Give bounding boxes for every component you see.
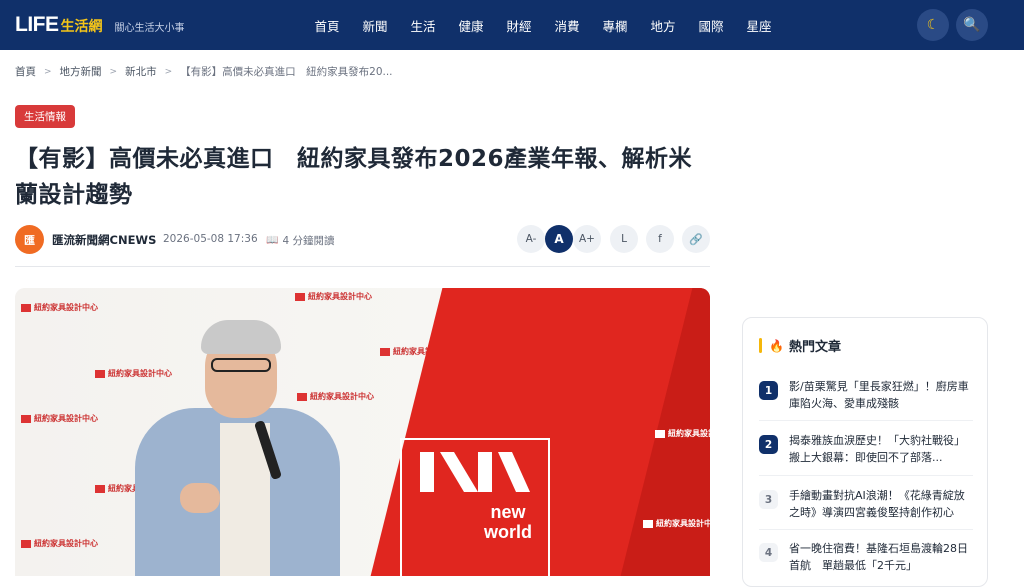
- moon-icon: ☾: [926, 17, 940, 33]
- top-navbar: LIFE 生活網 關心生活大小事 首頁 新聞 生活 健康 財經 消費 專欄 地方…: [0, 0, 1024, 50]
- wall-logo: 紐約家具設計中心: [295, 291, 372, 302]
- copy-link-button[interactable]: 🔗: [682, 225, 710, 253]
- popular-article-title[interactable]: 省一晚住宿費！基隆石垣島渡輪28日首航 單趟最低「2千元」: [789, 540, 975, 574]
- rank-number: 3: [759, 490, 778, 509]
- wall-logo: 紐約家具設計中心: [21, 413, 98, 424]
- book-icon: 📖: [266, 235, 279, 246]
- main-nav: 首頁 新聞 生活 健康 財經 消費 專欄 地方 國際 星座: [303, 0, 783, 50]
- link-icon: 🔗: [689, 232, 703, 246]
- nav-item-news[interactable]: 新聞: [351, 16, 399, 35]
- popular-articles-panel: 🔥 熱門文章 1 影/苗栗驚見「里長家狂燃」！廚房車庫陷火海、愛車成殘骸 2 揭…: [742, 317, 988, 587]
- wall-logo: 紐約家具設計中心: [655, 428, 710, 439]
- search-button[interactable]: 🔍: [956, 9, 988, 41]
- new-world-sign: new world: [400, 438, 550, 576]
- item-divider: [759, 420, 973, 421]
- nav-item-home[interactable]: 首頁: [303, 16, 351, 35]
- popular-articles-title: 熱門文章: [788, 340, 841, 355]
- sign-text: new world: [484, 502, 532, 542]
- breadcrumb-new-taipei[interactable]: 新北市: [125, 64, 157, 79]
- speaker-glasses: [211, 358, 271, 372]
- share-facebook-button[interactable]: f: [646, 225, 674, 253]
- speaker-hair: [201, 320, 281, 354]
- nav-item-international[interactable]: 國際: [687, 16, 735, 35]
- site-logo[interactable]: LIFE 生活網 關心生活大小事: [15, 13, 185, 37]
- search-icon: 🔍: [963, 17, 981, 33]
- author-name[interactable]: 匯流新聞網CNEWS: [52, 232, 156, 248]
- chevron-right-icon: >: [44, 66, 52, 77]
- wall-logo: 紐約家具設計中心: [643, 518, 710, 529]
- wall-logo: 紐約家具設計中心: [297, 391, 374, 402]
- sign-mark-icon: [420, 452, 530, 492]
- font-size-medium-button[interactable]: A: [545, 225, 573, 253]
- nav-item-consumer[interactable]: 消費: [543, 16, 591, 35]
- share-line-button[interactable]: L: [610, 225, 638, 253]
- popular-articles-header: 🔥 熱門文章: [759, 336, 841, 355]
- chevron-right-icon: >: [109, 66, 118, 77]
- chevron-right-icon: >: [164, 66, 173, 77]
- logo-life-text: LIFE: [15, 13, 59, 36]
- category-badge[interactable]: 生活情報: [15, 105, 75, 128]
- dark-mode-toggle[interactable]: ☾: [917, 9, 949, 41]
- wall-logo: 紐約家具設計中心: [21, 302, 98, 313]
- accent-bar: [759, 338, 762, 353]
- rank-number: 1: [759, 381, 778, 400]
- rank-number: 4: [759, 543, 778, 562]
- breadcrumb: 首頁 > 地方新聞 > 新北市 > 【有影】高價未必真進口 紐約家具發布20..…: [15, 64, 393, 79]
- breadcrumb-home[interactable]: 首頁: [15, 64, 36, 79]
- rank-number: 2: [759, 435, 778, 454]
- wall-logo: 紐約家具設計中心: [95, 368, 172, 379]
- logo-cn-text: 生活網: [60, 19, 103, 35]
- popular-article-title[interactable]: 手繪動畫對抗AI浪潮！《花綠青綻放之時》導演四宮義俊堅持創作初心: [789, 487, 975, 521]
- item-divider: [759, 529, 973, 530]
- nav-item-life[interactable]: 生活: [399, 16, 447, 35]
- nav-item-finance[interactable]: 財經: [495, 16, 543, 35]
- nav-item-horoscope[interactable]: 星座: [735, 16, 783, 35]
- fire-icon: 🔥: [769, 338, 784, 353]
- popular-article-title[interactable]: 影/苗栗驚見「里長家狂燃」！廚房車庫陷火海、愛車成殘骸: [789, 378, 975, 412]
- site-tagline: 關心生活大小事: [114, 23, 185, 34]
- font-size-large-button[interactable]: A+: [573, 225, 601, 253]
- article-title: 【有影】高價未必真進口 紐約家具發布2026產業年報、解析米蘭設計趨勢: [15, 146, 693, 208]
- breadcrumb-current: 【有影】高價未必真進口 紐約家具發布20...: [180, 66, 393, 78]
- publish-date: 2026-05-08 17:36: [163, 233, 258, 245]
- read-time-label: 4 分鐘閱讀: [282, 235, 335, 247]
- read-time: 📖 4 分鐘閱讀: [266, 233, 334, 248]
- font-size-small-button[interactable]: A-: [517, 225, 545, 253]
- author-avatar[interactable]: 匯: [15, 225, 44, 254]
- wall-logo: 紐約家具設計中心: [21, 538, 98, 549]
- breadcrumb-local-news[interactable]: 地方新聞: [60, 64, 102, 79]
- item-divider: [759, 475, 973, 476]
- nav-item-local[interactable]: 地方: [639, 16, 687, 35]
- speaker-hand: [180, 483, 220, 513]
- meta-divider: [15, 266, 710, 267]
- hero-image: 紐約家具設計中心 紐約家具設計中心 紐約家具設計中心 紐約家具設計中心 紐約家具…: [15, 288, 710, 576]
- popular-article-title[interactable]: 揭泰雅族血淚歷史！「大豹社戰役」搬上大銀幕：即使回不了部落...: [789, 432, 975, 466]
- nav-item-column[interactable]: 專欄: [591, 16, 639, 35]
- nav-item-health[interactable]: 健康: [447, 16, 495, 35]
